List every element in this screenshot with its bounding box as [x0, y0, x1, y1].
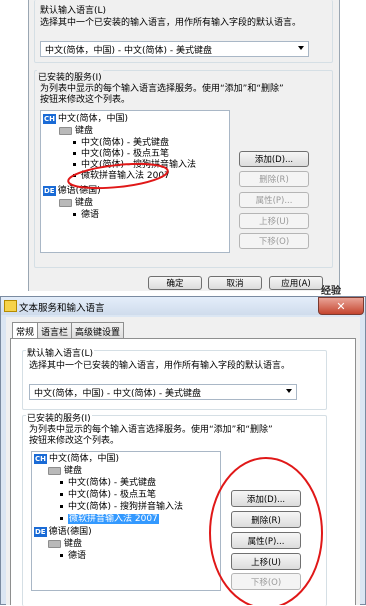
keyboard-icon [48, 466, 61, 475]
close-button[interactable]: ✕ [318, 297, 364, 315]
top-default-language-value: 中文(简体，中国) - 中文(简体) - 美式键盘 [45, 45, 212, 56]
bullet-icon [60, 493, 63, 496]
move-up-button[interactable]: 上移(U) [231, 553, 301, 570]
tree-keyboard-group[interactable]: 键盘 [48, 539, 82, 550]
ok-button[interactable]: 确定 [148, 276, 202, 290]
apply-button[interactable]: 应用(A) [269, 276, 323, 290]
top-installed-desc-line2: 按钮来修改这个列表。 [40, 95, 131, 105]
tree-item[interactable]: 中文(简体) - 搜狗拼音输入法 [60, 502, 183, 513]
move-down-button[interactable]: 下移(O) [231, 573, 301, 590]
default-language-select[interactable]: 中文(简体，中国) - 中文(简体) - 美式键盘 [29, 384, 297, 400]
tree-language-de[interactable]: DE 德语(德国) [43, 186, 101, 197]
bullet-icon [60, 554, 63, 557]
bullet-icon [60, 517, 63, 520]
top-default-language-select[interactable]: 中文(简体，中国) - 中文(简体) - 美式键盘 [40, 41, 309, 57]
watermark-text: 经验 [321, 286, 341, 297]
tree-keyboard-group[interactable]: 键盘 [48, 466, 82, 477]
language-badge-de: DE [34, 527, 47, 537]
top-move-up-button[interactable]: 上移(U) [239, 213, 309, 229]
tree-language-de[interactable]: DE 德语(德国) [34, 527, 92, 538]
tree-keyboard-group[interactable]: 键盘 [59, 198, 93, 209]
default-language-desc: 选择其中一个已安装的输入语言，用作所有输入字段的默认语言。 [29, 361, 291, 371]
language-badge-de: DE [43, 186, 56, 196]
tree-item[interactable]: 中文(简体) - 搜狗拼音输入法 [73, 160, 196, 171]
tree-item[interactable]: 德语 [60, 551, 86, 562]
default-language-value: 中文(简体，中国) - 中文(简体) - 美式键盘 [34, 388, 201, 399]
cancel-button[interactable]: 取消 [208, 276, 262, 290]
services-tree[interactable]: CH 中文(简体，中国) 键盘 中文(简体) - 美式键盘 中文(简体) - 极点… [31, 451, 221, 591]
tab-strip: 常规 语言栏 高级键设置 [12, 322, 125, 339]
add-button[interactable]: 添加(D)... [231, 490, 301, 507]
bullet-icon [60, 505, 63, 508]
top-services-tree[interactable]: CH 中文(简体，中国) 键盘 中文(简体) - 美式键盘 中文(简体) - 极点… [40, 110, 230, 253]
keyboard-icon [59, 126, 72, 135]
tree-item-microsoft-pinyin-selected[interactable]: 微软拼音输入法 2007 [60, 514, 159, 525]
tree-item-microsoft-pinyin[interactable]: 微软拼音输入法 2007 [73, 171, 170, 182]
bullet-icon [73, 163, 76, 166]
installed-desc-line2: 按钮来修改这个列表。 [29, 436, 120, 446]
tree-keyboard-group[interactable]: 键盘 [59, 126, 93, 137]
close-icon: ✕ [336, 299, 346, 313]
tree-item[interactable]: 中文(简体) - 美式键盘 [73, 138, 169, 149]
properties-button[interactable]: 属性(P)... [231, 532, 301, 549]
window-title: 文本服务和输入语言 [19, 303, 105, 314]
bullet-icon [73, 152, 76, 155]
keyboard-icon [48, 539, 61, 548]
bullet-icon [73, 141, 76, 144]
top-remove-button[interactable]: 删除(R) [239, 171, 309, 187]
language-badge-ch: CH [43, 114, 56, 124]
app-icon [4, 300, 17, 312]
top-add-button[interactable]: 添加(D)... [239, 151, 309, 167]
remove-button[interactable]: 删除(R) [231, 511, 301, 528]
tree-language-ch[interactable]: CH 中文(简体，中国) [34, 454, 119, 465]
bullet-icon [73, 213, 76, 216]
tab-language-bar[interactable]: 语言栏 [37, 322, 73, 339]
chevron-down-icon [286, 389, 292, 393]
tree-item[interactable]: 中文(简体) - 极点五笔 [60, 490, 156, 501]
language-badge-ch: CH [34, 454, 47, 464]
tab-general[interactable]: 常规 [12, 322, 39, 339]
tab-advanced-keys[interactable]: 高级键设置 [71, 322, 125, 339]
tree-item[interactable]: 中文(简体) - 美式键盘 [60, 478, 156, 489]
tree-language-ch[interactable]: CH 中文(简体，中国) [43, 114, 128, 125]
tree-item[interactable]: 德语 [73, 210, 99, 221]
bullet-icon [73, 174, 76, 177]
bullet-icon [60, 481, 63, 484]
tree-item[interactable]: 中文(简体) - 极点五笔 [73, 149, 169, 160]
top-move-down-button[interactable]: 下移(O) [239, 233, 309, 249]
top-properties-button[interactable]: 属性(P)... [239, 192, 309, 208]
keyboard-icon [59, 198, 72, 207]
chevron-down-icon [298, 46, 304, 50]
top-default-language-desc: 选择其中一个已安装的输入语言，用作所有输入字段的默认语言。 [40, 18, 302, 28]
